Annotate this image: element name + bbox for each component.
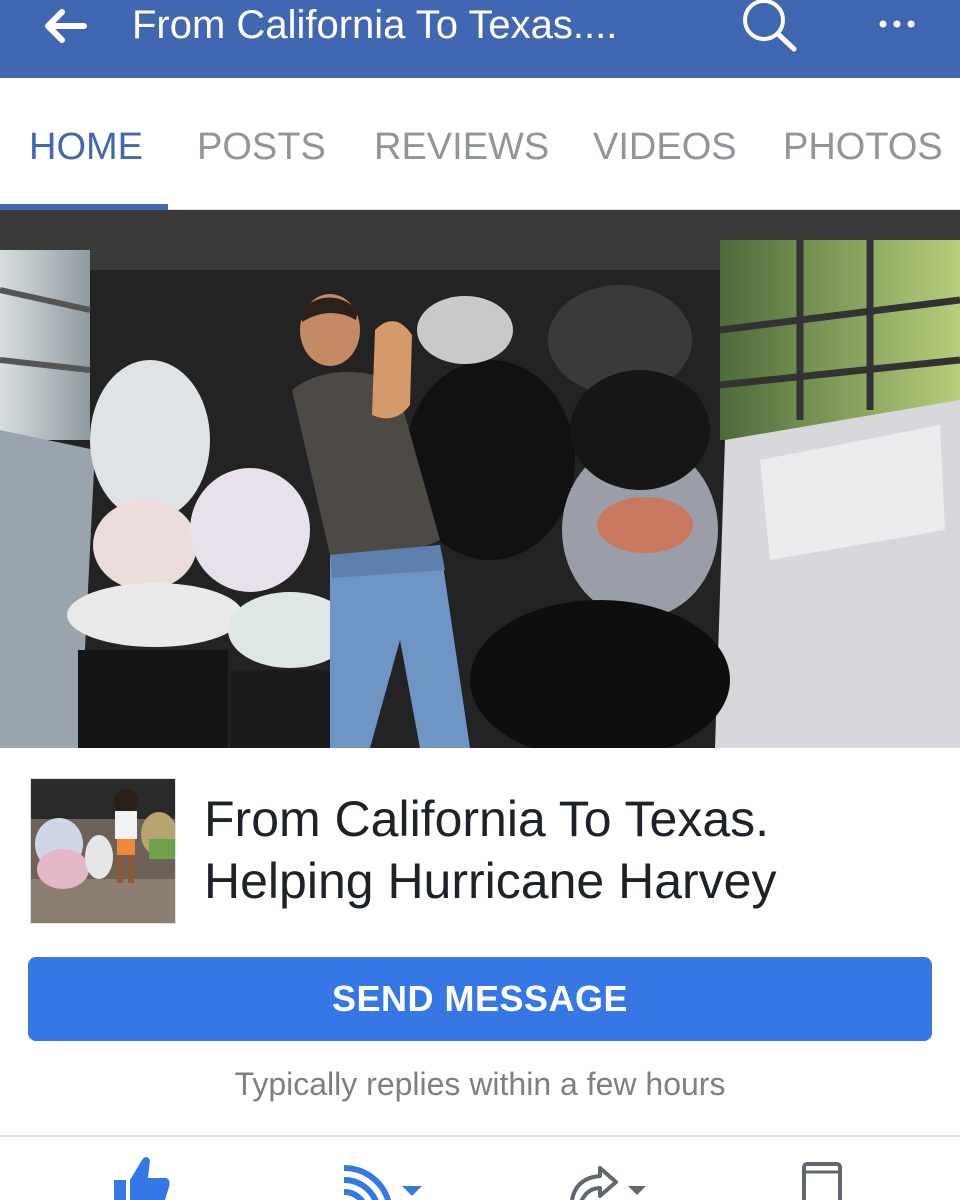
tab-videos[interactable]: VIDEOS [593,122,737,172]
search-icon[interactable] [738,0,800,54]
share-icon[interactable] [566,1150,656,1200]
response-time-note: Typically replies within a few hours [234,1066,726,1102]
page-name-line-1: From California To Texas. [204,791,770,847]
tab-home[interactable]: HOME [29,122,143,172]
page-name-line-2: Helping Hurricane Harvey [204,853,777,909]
like-icon[interactable] [112,1150,172,1200]
divider [0,1135,960,1137]
back-arrow-icon[interactable] [40,6,90,46]
send-message-button[interactable]: SEND MESSAGE [28,957,932,1041]
tab-photos[interactable]: PHOTOS [783,122,943,172]
save-icon[interactable] [800,1150,850,1200]
follow-icon[interactable] [340,1150,430,1200]
page-title: From California To Texas.... [132,3,618,47]
page-tabs: HOME POSTS REVIEWS VIDEOS PHOTOS [0,78,960,210]
more-icon[interactable] [872,4,922,44]
top-bar: From California To Texas.... [0,0,960,78]
page-name: From California To Texas. Helping Hurric… [204,788,924,912]
tab-posts[interactable]: POSTS [197,122,326,172]
tab-reviews[interactable]: REVIEWS [374,122,549,172]
cover-photo[interactable] [0,210,960,748]
page-profile-picture[interactable] [30,778,176,924]
